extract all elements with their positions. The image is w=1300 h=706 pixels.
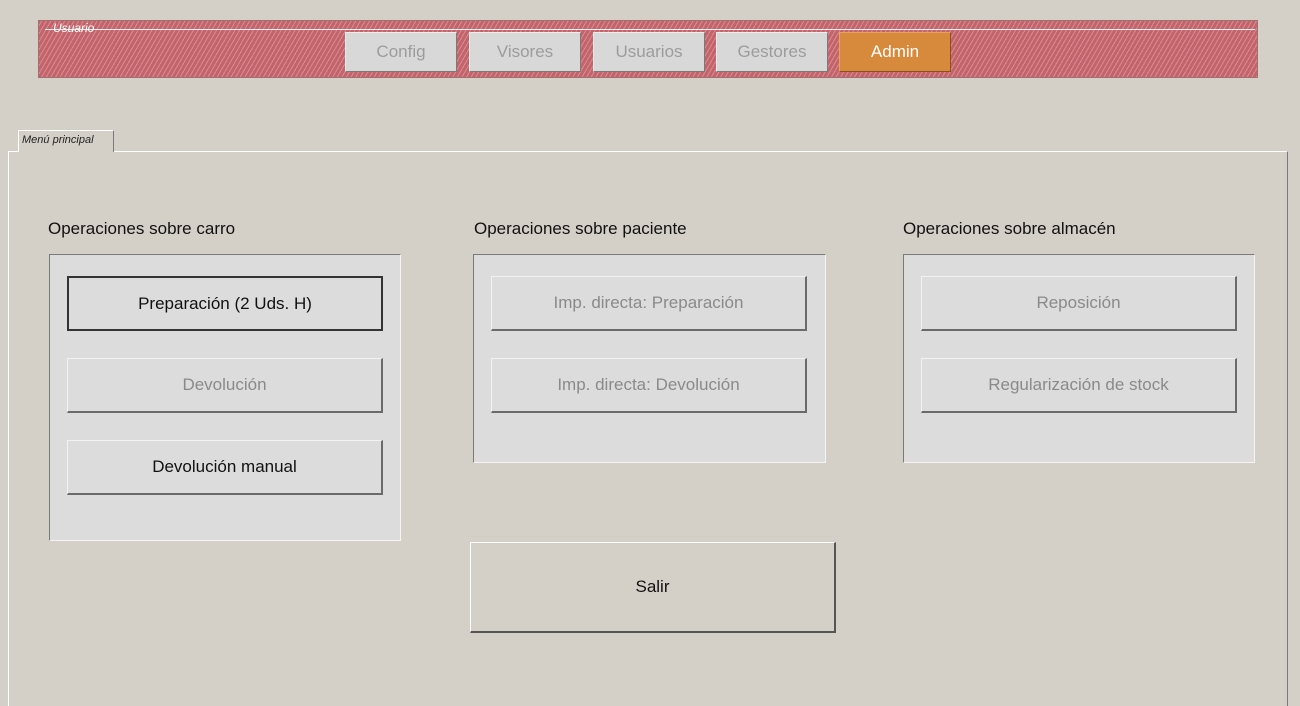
user-panel: Usuario Config Visores Usuarios Gestores…	[38, 20, 1258, 78]
paciente-group-box: Imp. directa: Preparación Imp. directa: …	[473, 254, 826, 463]
admin-button[interactable]: Admin	[839, 32, 951, 72]
gestores-button[interactable]: Gestores	[716, 32, 828, 72]
visores-button[interactable]: Visores	[469, 32, 581, 72]
user-panel-label: Usuario	[53, 21, 95, 35]
imp-directa-preparacion-button[interactable]: Imp. directa: Preparación	[491, 276, 807, 331]
preparacion-button[interactable]: Preparación (2 Uds. H)	[67, 276, 383, 331]
devolucion-button[interactable]: Devolución	[67, 358, 383, 413]
reposicion-button[interactable]: Reposición	[921, 276, 1237, 331]
carro-group-title: Operaciones sobre carro	[48, 219, 236, 238]
salir-button[interactable]: Salir	[470, 542, 836, 633]
almacen-group-title: Operaciones sobre almacén	[903, 219, 1116, 238]
carro-group-box: Preparación (2 Uds. H) Devolución Devolu…	[49, 254, 401, 541]
imp-directa-devolucion-button[interactable]: Imp. directa: Devolución	[491, 358, 807, 413]
config-button[interactable]: Config	[345, 32, 457, 72]
tab-menu-principal[interactable]: Menú principal	[18, 130, 114, 152]
usuarios-button[interactable]: Usuarios	[593, 32, 705, 72]
paciente-group-title: Operaciones sobre paciente	[474, 219, 687, 238]
devolucion-manual-button[interactable]: Devolución manual	[67, 440, 383, 495]
regularizacion-stock-button[interactable]: Regularización de stock	[921, 358, 1237, 413]
user-panel-frame	[45, 29, 1255, 30]
almacen-group-box: Reposición Regularización de stock	[903, 254, 1255, 463]
